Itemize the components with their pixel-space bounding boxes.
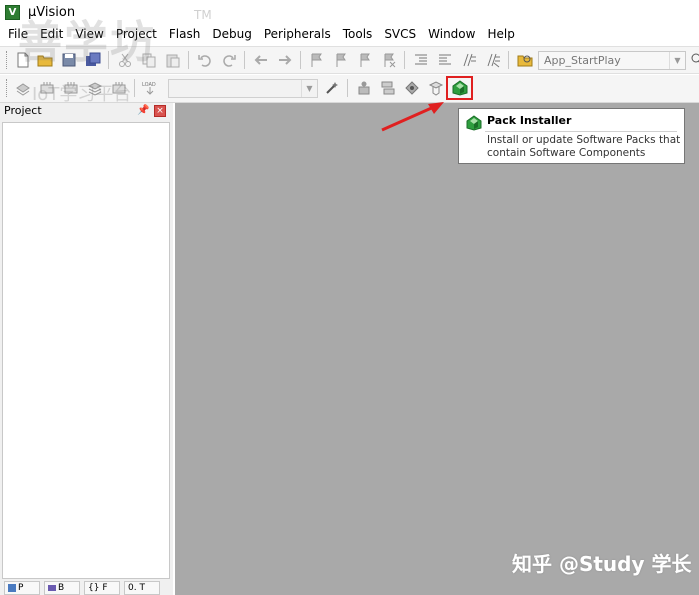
manage-project-items-icon[interactable] xyxy=(355,79,373,97)
zhihu-watermark: 知乎 @Study 学长 xyxy=(512,552,692,576)
menu-help[interactable]: Help xyxy=(483,25,518,43)
prev-bookmark-icon[interactable] xyxy=(332,51,350,69)
target-select-value: App_StartPlay xyxy=(544,54,621,67)
toolbar-separator xyxy=(300,51,301,69)
project-panel-tabs: P B {} F 0. T xyxy=(0,581,173,595)
menu-window[interactable]: Window xyxy=(424,25,479,43)
find-in-files-icon[interactable] xyxy=(516,51,534,69)
nav-back-icon[interactable] xyxy=(252,51,270,69)
pack-installer-icon xyxy=(466,115,482,131)
target-select[interactable]: App_StartPlay ▼ xyxy=(538,51,686,70)
menu-tools[interactable]: Tools xyxy=(339,25,377,43)
menu-svcs[interactable]: SVCS xyxy=(380,25,420,43)
unindent-icon[interactable] xyxy=(436,51,454,69)
uncomment-icon[interactable] xyxy=(484,51,502,69)
undo-icon[interactable] xyxy=(196,51,214,69)
pin-icon[interactable]: 📌 xyxy=(137,105,149,117)
file-extensions-icon[interactable] xyxy=(379,79,397,97)
comment-icon[interactable] xyxy=(460,51,478,69)
toolbar-separator xyxy=(188,51,189,69)
toolbar-separator xyxy=(404,51,405,69)
select-packs-icon[interactable] xyxy=(427,79,445,97)
indent-icon[interactable] xyxy=(412,51,430,69)
watermark-logo: 善学坊 xyxy=(18,17,156,68)
project-panel: Project 📌 × P B {} F 0. T xyxy=(0,103,173,595)
find-icon[interactable] xyxy=(689,51,699,69)
tooltip-description: Install or update Software Packs that co… xyxy=(487,134,681,159)
menu-peripherals[interactable]: Peripherals xyxy=(260,25,335,43)
tooltip-title: Pack Installer xyxy=(487,114,572,127)
pack-installer-tooltip: Pack Installer Install or update Softwar… xyxy=(458,108,685,164)
tab-project[interactable]: P xyxy=(4,581,40,595)
nav-forward-icon[interactable] xyxy=(276,51,294,69)
annotation-arrow xyxy=(381,102,444,132)
paste-icon[interactable] xyxy=(164,51,182,69)
toolbar-grip[interactable] xyxy=(6,79,9,97)
tab-templates-label: 0. T xyxy=(128,583,145,593)
manage-rte-icon[interactable] xyxy=(403,79,421,97)
redo-icon[interactable] xyxy=(220,51,238,69)
tab-books[interactable]: B xyxy=(44,581,80,595)
pack-installer-icon[interactable] xyxy=(451,79,469,97)
toolbar-separator xyxy=(244,51,245,69)
bookmark-icon[interactable] xyxy=(308,51,326,69)
download-icon[interactable]: LOAD xyxy=(141,79,159,97)
toolbar-grip[interactable] xyxy=(6,51,9,69)
tab-templates[interactable]: 0. T xyxy=(124,581,160,595)
target-options-select[interactable]: ▼ xyxy=(168,79,318,98)
chevron-down-icon[interactable]: ▼ xyxy=(301,80,317,97)
tab-books-label: B xyxy=(58,583,65,593)
watermark-tm: TM xyxy=(194,8,212,22)
target-options-icon[interactable] xyxy=(323,79,341,97)
chevron-down-icon[interactable]: ▼ xyxy=(669,52,685,69)
clear-bookmarks-icon[interactable] xyxy=(380,51,398,69)
tab-functions[interactable]: {} F xyxy=(84,581,120,595)
tab-functions-label: {} F xyxy=(88,583,108,593)
menu-debug[interactable]: Debug xyxy=(208,25,255,43)
books-tab-icon xyxy=(48,585,56,591)
project-tab-icon xyxy=(8,584,16,592)
editor-workspace[interactable] xyxy=(175,103,699,595)
tooltip-divider xyxy=(485,131,677,132)
toolbar-separator xyxy=(134,79,135,97)
watermark-subtitle: IoT学习平台 xyxy=(32,84,132,105)
menu-flash[interactable]: Flash xyxy=(165,25,204,43)
toolbar-separator xyxy=(347,79,348,97)
svg-text:LOAD: LOAD xyxy=(142,82,156,88)
project-tree[interactable] xyxy=(2,122,170,579)
close-icon[interactable]: × xyxy=(154,105,166,117)
next-bookmark-icon[interactable] xyxy=(356,51,374,69)
toolbar-separator xyxy=(508,51,509,69)
tab-project-label: P xyxy=(18,583,24,593)
translate-icon[interactable] xyxy=(14,79,32,97)
